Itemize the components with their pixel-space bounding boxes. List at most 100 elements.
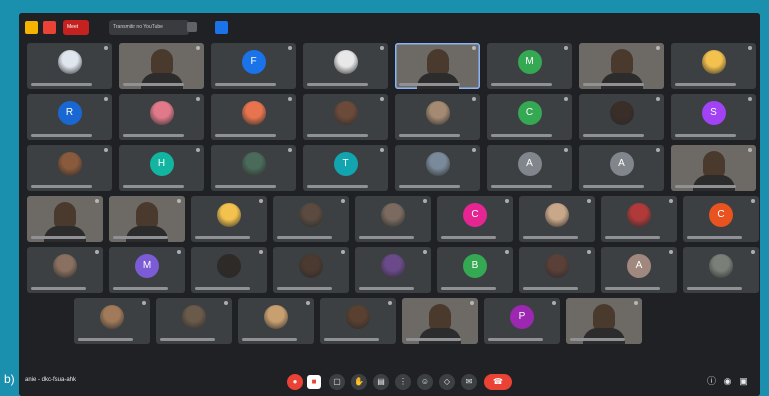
participant-tile[interactable] bbox=[303, 43, 388, 89]
mic-off-icon[interactable]: ● bbox=[287, 374, 303, 390]
avatar bbox=[57, 50, 82, 75]
avatar: H bbox=[149, 152, 174, 177]
participant-tile[interactable] bbox=[27, 196, 103, 242]
mic-status-icon bbox=[104, 148, 108, 152]
participant-tile[interactable]: M bbox=[487, 43, 572, 89]
participant-tile[interactable] bbox=[191, 196, 267, 242]
participant-tile[interactable]: T bbox=[303, 145, 388, 191]
reactions-icon[interactable]: ☺ bbox=[417, 374, 433, 390]
participant-tile[interactable] bbox=[683, 247, 759, 293]
participant-tile[interactable] bbox=[238, 298, 314, 344]
participant-tile[interactable] bbox=[156, 298, 232, 344]
call-end-button[interactable]: ☎ bbox=[484, 374, 512, 390]
camera-off-icon[interactable]: ■ bbox=[307, 375, 321, 389]
participant-tile[interactable] bbox=[303, 94, 388, 140]
participant-tile[interactable]: P bbox=[484, 298, 560, 344]
participant-name bbox=[307, 134, 369, 137]
participant-tile[interactable] bbox=[566, 298, 642, 344]
participant-tile[interactable] bbox=[671, 43, 756, 89]
activities-icon[interactable]: ◇ bbox=[439, 374, 455, 390]
participant-tile[interactable] bbox=[74, 298, 150, 344]
avatar bbox=[57, 152, 82, 177]
present-icon[interactable]: ▤ bbox=[373, 374, 389, 390]
record-icon[interactable] bbox=[43, 21, 56, 34]
chat-icon[interactable]: ✉ bbox=[461, 374, 477, 390]
participant-name bbox=[523, 287, 578, 290]
participant-tile[interactable] bbox=[211, 94, 296, 140]
avatar: A bbox=[609, 152, 634, 177]
participant-tile[interactable] bbox=[273, 196, 349, 242]
participant-tile[interactable] bbox=[320, 298, 396, 344]
participant-tile[interactable]: F bbox=[211, 43, 296, 89]
participant-tile[interactable]: R bbox=[27, 94, 112, 140]
participant-tile[interactable] bbox=[395, 145, 480, 191]
participant-tile[interactable]: A bbox=[487, 145, 572, 191]
avatar bbox=[333, 50, 358, 75]
participant-tile[interactable]: S bbox=[671, 94, 756, 140]
captions-icon[interactable]: ▢ bbox=[329, 374, 345, 390]
participant-tile[interactable] bbox=[519, 247, 595, 293]
extension-icon[interactable] bbox=[215, 21, 228, 34]
mic-status-icon bbox=[472, 148, 476, 152]
avatar bbox=[182, 305, 206, 330]
video-feed bbox=[416, 49, 459, 89]
participant-tile[interactable] bbox=[601, 196, 677, 242]
participant-tile[interactable]: C bbox=[487, 94, 572, 140]
app-icon[interactable] bbox=[25, 21, 38, 34]
avatar bbox=[241, 152, 266, 177]
participant-name bbox=[324, 338, 379, 341]
participant-tile[interactable]: A bbox=[579, 145, 664, 191]
tab-youtube[interactable]: Transmitir no YouTube bbox=[109, 20, 189, 35]
participant-tile[interactable] bbox=[355, 196, 431, 242]
mic-status-icon bbox=[751, 199, 755, 203]
info-icon[interactable]: ⓘ bbox=[705, 375, 718, 388]
mic-status-icon bbox=[472, 46, 476, 50]
participant-tile[interactable] bbox=[519, 196, 595, 242]
participant-tile[interactable]: M bbox=[109, 247, 185, 293]
participant-name bbox=[215, 134, 277, 137]
mic-status-icon bbox=[224, 301, 228, 305]
participant-name bbox=[123, 185, 185, 188]
participant-tile[interactable] bbox=[109, 196, 185, 242]
participant-tile[interactable]: H bbox=[119, 145, 204, 191]
participant-tile[interactable] bbox=[27, 43, 112, 89]
participant-tile[interactable] bbox=[579, 94, 664, 140]
tab-meet[interactable]: Meet bbox=[63, 20, 89, 35]
avatar bbox=[381, 254, 405, 279]
participant-name bbox=[675, 134, 737, 137]
mic-status-icon bbox=[552, 301, 556, 305]
participant-name bbox=[583, 185, 645, 188]
participant-tile[interactable] bbox=[119, 43, 204, 89]
raise-hand-icon[interactable]: ✋ bbox=[351, 374, 367, 390]
participant-tile[interactable] bbox=[273, 247, 349, 293]
participant-tile[interactable] bbox=[579, 43, 664, 89]
mic-status-icon bbox=[341, 250, 345, 254]
participant-tile[interactable] bbox=[27, 247, 103, 293]
participant-name bbox=[31, 83, 93, 86]
participant-tile[interactable] bbox=[395, 43, 480, 89]
participant-tile[interactable] bbox=[671, 145, 756, 191]
participant-tile[interactable]: C bbox=[683, 196, 759, 242]
more-options-icon[interactable]: ⋮ bbox=[395, 374, 411, 390]
mic-status-icon bbox=[341, 199, 345, 203]
participant-tile[interactable] bbox=[27, 145, 112, 191]
avatar bbox=[217, 203, 241, 228]
participant-tile[interactable] bbox=[211, 145, 296, 191]
participant-tile[interactable] bbox=[402, 298, 478, 344]
chat-panel-icon[interactable]: ▣ bbox=[737, 375, 750, 388]
participant-tile[interactable]: C bbox=[437, 196, 513, 242]
avatar: C bbox=[517, 101, 542, 126]
figure-frame: b) Meet Transmitir no YouTube F M R C S H T A A C… bbox=[0, 0, 769, 396]
participant-tile[interactable] bbox=[395, 94, 480, 140]
tab-close-icon[interactable] bbox=[187, 22, 197, 32]
mic-status-icon bbox=[104, 46, 108, 50]
participant-tile[interactable]: A bbox=[601, 247, 677, 293]
participant-tile[interactable] bbox=[355, 247, 431, 293]
people-icon[interactable]: ◉ bbox=[721, 375, 734, 388]
participant-tile[interactable] bbox=[191, 247, 267, 293]
video-feed bbox=[600, 49, 643, 89]
participant-tile[interactable]: B bbox=[437, 247, 513, 293]
participant-tile[interactable] bbox=[119, 94, 204, 140]
figure-caption: b) bbox=[4, 372, 15, 386]
participant-name bbox=[687, 287, 742, 290]
